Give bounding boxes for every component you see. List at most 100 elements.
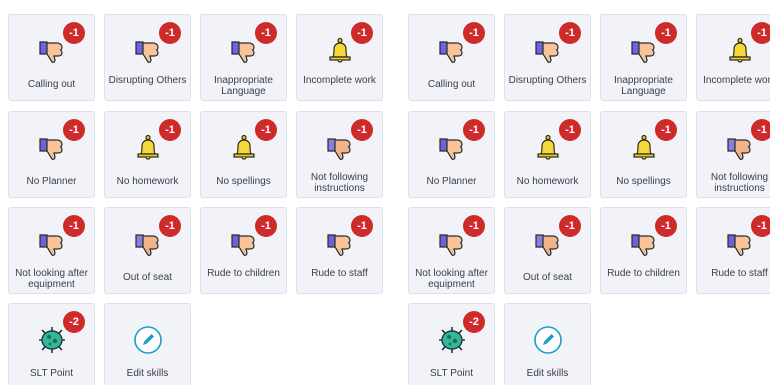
skill-label: Rude to staff — [311, 268, 368, 279]
thumbs-down-purple-icon — [229, 229, 259, 259]
skill-label: Inappropriate Language — [214, 75, 273, 97]
skill-label: Edit skills — [126, 368, 169, 379]
skill-card-incomplete-work[interactable]: -1 Incomplete work — [696, 14, 770, 101]
skill-card-rude-to-children[interactable]: -1 Rude to children — [200, 207, 287, 294]
skill-card-inappropriate-language[interactable]: -1 Inappropriate Language — [200, 14, 287, 101]
thumbs-down-purple-icon — [533, 36, 563, 66]
skill-card-no-homework[interactable]: -1 No homework — [104, 111, 191, 198]
skill-label: SLT Point — [30, 368, 73, 379]
virus-icon — [437, 325, 467, 355]
thumbs-down-purple-icon — [37, 133, 67, 163]
skill-label: Edit skills — [526, 368, 569, 379]
skill-card-no-planner[interactable]: -1 No Planner — [8, 111, 95, 198]
points-badge: -1 — [655, 215, 677, 237]
points-badge: -1 — [751, 215, 770, 237]
skill-label: Not following instructions — [310, 172, 369, 194]
skill-label: No homework — [116, 176, 179, 187]
skill-card-incomplete-work[interactable]: -1 Incomplete work — [296, 14, 383, 101]
skills-panel-left: -1 Calling out -1 Disrupting Others -1 Inappr… — [0, 0, 384, 385]
skill-label: No spellings — [616, 176, 671, 187]
thumbs-down-purple-icon — [725, 229, 755, 259]
points-badge: -1 — [655, 119, 677, 141]
points-badge: -1 — [559, 22, 581, 44]
thumbs-down-purple-icon — [229, 36, 259, 66]
skill-card-no-spellings[interactable]: -1 No spellings — [200, 111, 287, 198]
skill-card-not-looking-after-equipment[interactable]: -1 Not looking after equipment — [8, 207, 95, 294]
thumbs-down-purple-icon — [629, 229, 659, 259]
thumbs-down-purple-icon — [37, 36, 67, 66]
points-badge: -1 — [159, 215, 181, 237]
skill-card-no-planner[interactable]: -1 No Planner — [408, 111, 495, 198]
skill-card-calling-out[interactable]: -1 Calling out — [408, 14, 495, 101]
thumbs-down-peach-icon — [325, 133, 355, 163]
points-badge: -1 — [463, 119, 485, 141]
skill-card-not-following-instructions[interactable]: -1 Not following instructions — [696, 111, 770, 198]
skill-card-no-spellings[interactable]: -1 No spellings — [600, 111, 687, 198]
skill-label: No Planner — [426, 176, 477, 187]
skill-label: Out of seat — [523, 272, 572, 283]
skill-label: Incomplete work — [303, 75, 376, 86]
skill-label: Out of seat — [123, 272, 172, 283]
points-badge: -1 — [255, 119, 277, 141]
skill-card-out-of-seat[interactable]: -1 Out of seat — [504, 207, 591, 294]
skill-card-slt-point[interactable]: -2 SLT Point — [408, 303, 495, 385]
points-badge: -1 — [351, 119, 373, 141]
thumbs-down-purple-icon — [133, 36, 163, 66]
bell-icon — [725, 36, 755, 66]
points-badge: -2 — [463, 311, 485, 333]
skill-card-inappropriate-language[interactable]: -1 Inappropriate Language — [600, 14, 687, 101]
skill-label: Rude to children — [607, 268, 680, 279]
points-badge: -1 — [559, 215, 581, 237]
skill-card-edit-skills[interactable]: Edit skills — [504, 303, 591, 385]
points-badge: -1 — [63, 22, 85, 44]
thumbs-down-purple-icon — [437, 229, 467, 259]
points-badge: -1 — [463, 215, 485, 237]
skill-label: No spellings — [216, 176, 271, 187]
bell-icon — [133, 133, 163, 163]
thumbs-down-peach-icon — [533, 229, 563, 259]
thumbs-down-purple-icon — [37, 229, 67, 259]
skill-card-out-of-seat[interactable]: -1 Out of seat — [104, 207, 191, 294]
skill-card-disrupting-others[interactable]: -1 Disrupting Others — [104, 14, 191, 101]
points-badge: -1 — [351, 215, 373, 237]
points-badge: -1 — [159, 22, 181, 44]
skill-card-rude-to-staff[interactable]: -1 Rude to staff — [296, 207, 383, 294]
bell-icon — [533, 133, 563, 163]
skill-card-rude-to-children[interactable]: -1 Rude to children — [600, 207, 687, 294]
skills-panel-right: -1 Calling out -1 Disrupting Others -1 Inappr… — [400, 0, 770, 385]
thumbs-down-peach-icon — [133, 229, 163, 259]
bell-icon — [629, 133, 659, 163]
skill-card-no-homework[interactable]: -1 No homework — [504, 111, 591, 198]
skill-card-not-following-instructions[interactable]: -1 Not following instructions — [296, 111, 383, 198]
skill-label: SLT Point — [430, 368, 473, 379]
points-badge: -1 — [63, 215, 85, 237]
points-badge: -1 — [655, 22, 677, 44]
skill-card-disrupting-others[interactable]: -1 Disrupting Others — [504, 14, 591, 101]
skill-label: Rude to staff — [711, 268, 768, 279]
skill-label: Inappropriate Language — [614, 75, 673, 97]
skill-label: Incomplete work — [703, 75, 770, 86]
skill-card-calling-out[interactable]: -1 Calling out — [8, 14, 95, 101]
skill-label: No homework — [516, 176, 579, 187]
pencil-circle-icon — [133, 325, 163, 355]
bell-icon — [229, 133, 259, 163]
points-badge: -1 — [159, 119, 181, 141]
skill-card-not-looking-after-equipment[interactable]: -1 Not looking after equipment — [408, 207, 495, 294]
skill-card-edit-skills[interactable]: Edit skills — [104, 303, 191, 385]
skill-card-slt-point[interactable]: -2 SLT Point — [8, 303, 95, 385]
skill-label: No Planner — [26, 176, 77, 187]
virus-icon — [37, 325, 67, 355]
skill-label: Not following instructions — [710, 172, 769, 194]
points-badge: -1 — [255, 22, 277, 44]
thumbs-down-purple-icon — [437, 36, 467, 66]
skill-label: Disrupting Others — [508, 75, 587, 86]
points-badge: -1 — [751, 22, 770, 44]
points-badge: -1 — [463, 22, 485, 44]
thumbs-down-purple-icon — [629, 36, 659, 66]
skill-label: Not looking after equipment — [415, 268, 488, 290]
skill-label: Rude to children — [207, 268, 280, 279]
thumbs-down-peach-icon — [725, 133, 755, 163]
skill-card-rude-to-staff[interactable]: -1 Rude to staff — [696, 207, 770, 294]
skill-label: Calling out — [427, 79, 476, 90]
thumbs-down-purple-icon — [437, 133, 467, 163]
